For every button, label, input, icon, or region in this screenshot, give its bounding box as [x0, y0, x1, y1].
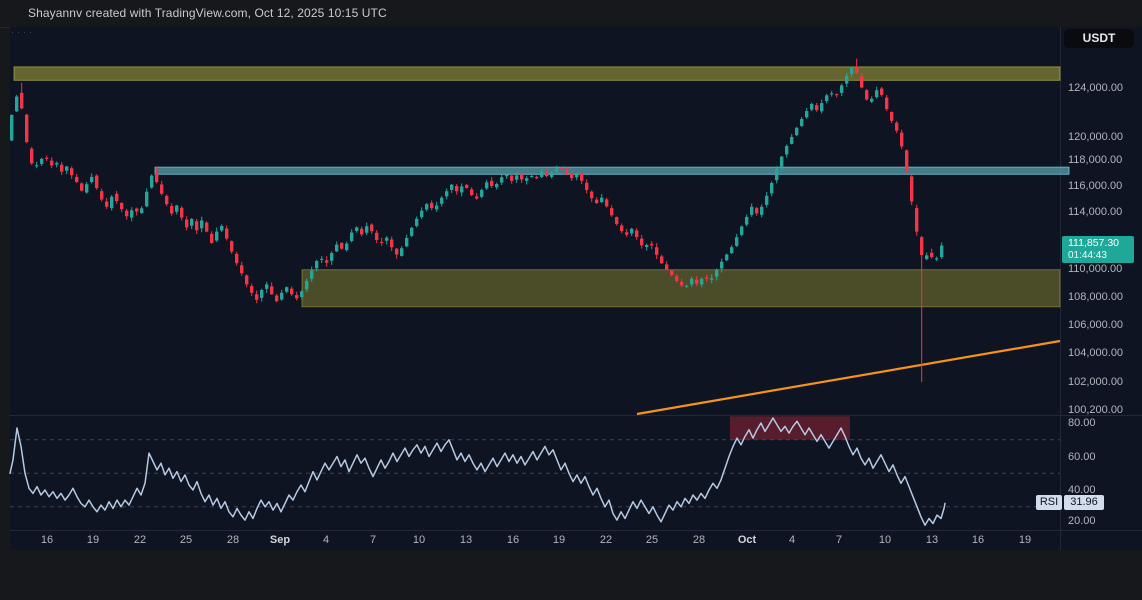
title-bar: Shayannv created with TradingView.com, O… — [0, 0, 1142, 27]
pane-divider[interactable] — [10, 415, 1142, 416]
time-axis-label: 19 — [87, 534, 99, 546]
time-axis-label: 7 — [370, 534, 376, 546]
time-axis-label: 10 — [413, 534, 425, 546]
chart-title: Shayannv created with TradingView.com, O… — [28, 6, 387, 20]
time-axis-label: Sep — [270, 534, 290, 546]
price-axis-label: 104,000.00 — [1068, 347, 1123, 359]
price-axis-label: 108,000.00 — [1068, 291, 1123, 303]
rsi-axis-label: 20.00 — [1068, 515, 1096, 527]
price-axis-label: 110,000.00 — [1068, 263, 1122, 275]
tradingview-chart-window: Shayannv created with TradingView.com, O… — [0, 0, 1142, 600]
rsi-axis-label: 60.00 — [1068, 451, 1096, 463]
price-axis-label: 116,000.00 — [1068, 180, 1122, 192]
time-axis-label: 16 — [507, 534, 519, 546]
time-axis-label: 25 — [646, 534, 658, 546]
footer-bar: TradingView — [0, 550, 1142, 600]
time-axis-label: 16 — [41, 534, 53, 546]
last-price-value: 111,857.30 — [1068, 238, 1134, 250]
time-axis-label: 28 — [227, 534, 239, 546]
time-axis-label: 25 — [180, 534, 192, 546]
time-axis-label: 19 — [553, 534, 565, 546]
time-axis-divider — [10, 530, 1142, 531]
time-axis-label: 16 — [972, 534, 984, 546]
price-axis-border — [1060, 27, 1061, 550]
time-axis-label: 4 — [323, 534, 329, 546]
time-axis-label: 4 — [789, 534, 795, 546]
rsi-value-badge: 31.96 — [1064, 495, 1104, 510]
time-axis-label: 7 — [836, 534, 842, 546]
price-axis-label: 114,000.00 — [1068, 206, 1122, 218]
price-axis-label: 120,000.00 — [1068, 131, 1123, 143]
price-axis-label: 102,000.00 — [1068, 376, 1123, 388]
rsi-label-badge: RSI — [1036, 495, 1062, 510]
time-axis-label: 13 — [460, 534, 472, 546]
time-axis-label: 22 — [134, 534, 146, 546]
price-axis-label: 100,200.00 — [1068, 404, 1123, 416]
candle-countdown: 01:44:43 — [1068, 250, 1134, 262]
rsi-axis-label: 80.00 — [1068, 417, 1096, 429]
quote-currency-badge[interactable]: USDT — [1064, 29, 1134, 48]
watermark-dots: ···· — [11, 27, 35, 37]
last-price-badge: 111,857.30 01:44:43 — [1062, 236, 1134, 263]
time-axis-label: 28 — [693, 534, 705, 546]
time-axis-label: 13 — [926, 534, 938, 546]
price-axis-label: 118,000.00 — [1068, 154, 1122, 166]
time-axis-label: Oct — [738, 534, 756, 546]
time-axis-label: 19 — [1019, 534, 1031, 546]
chart-canvas[interactable] — [10, 27, 1142, 550]
price-axis-label: 124,000.00 — [1068, 82, 1123, 94]
price-axis-label: 106,000.00 — [1068, 319, 1123, 331]
time-axis-label: 22 — [600, 534, 612, 546]
time-axis-label: 10 — [879, 534, 891, 546]
